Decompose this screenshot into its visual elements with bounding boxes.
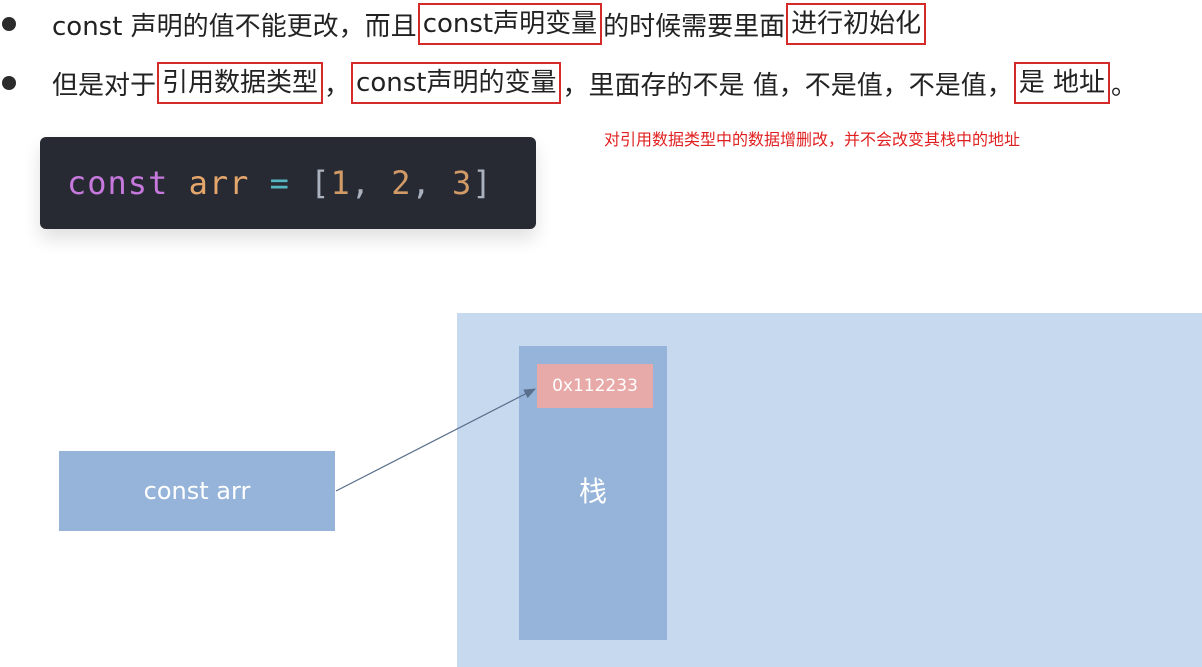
pointer-arrow: [335, 388, 537, 492]
